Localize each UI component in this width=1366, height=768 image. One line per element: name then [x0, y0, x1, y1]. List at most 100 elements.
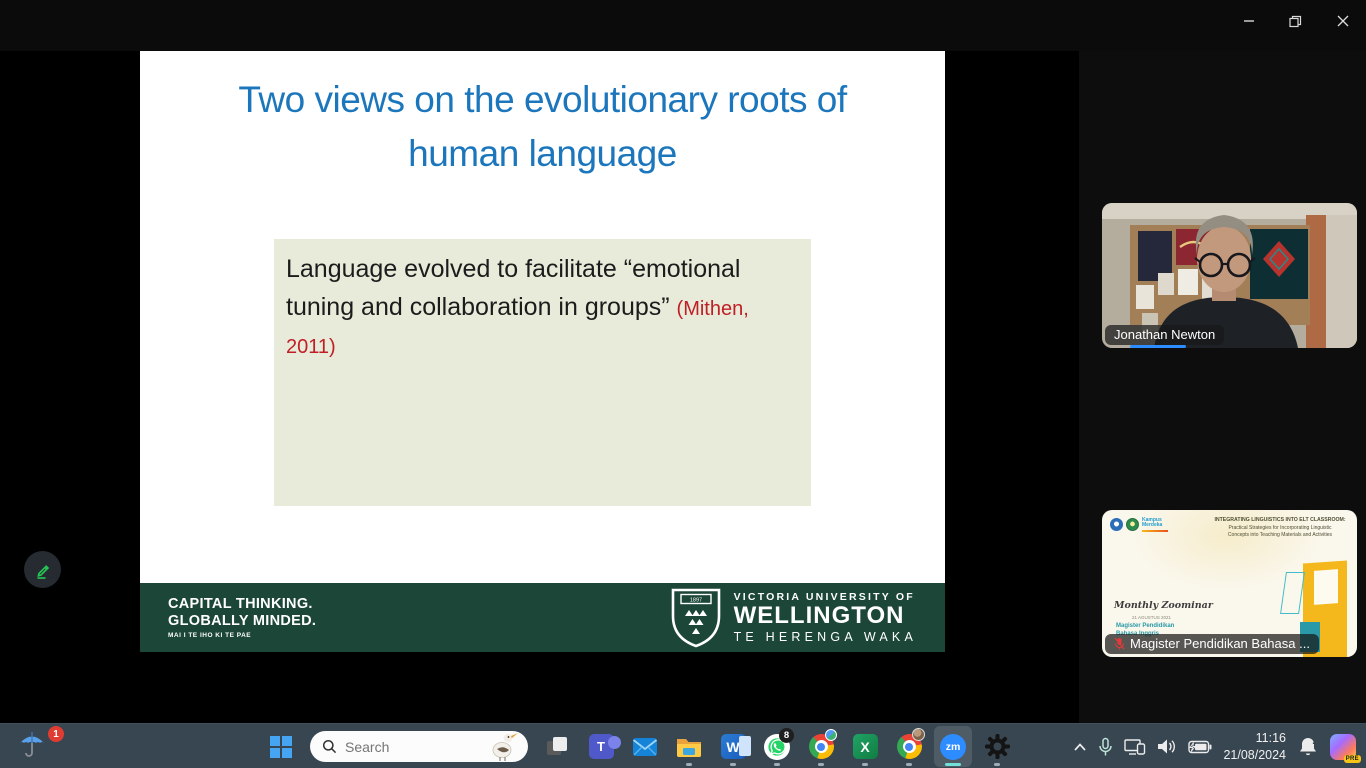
- cast-display-icon[interactable]: [1124, 738, 1146, 756]
- word-letter: W: [726, 739, 739, 755]
- mini-slide-title: INTEGRATING LINGUISTICS INTO ELT CLASSRO…: [1211, 517, 1349, 525]
- mini-slide-subtitle1: Practical Strategies for Incorporating L…: [1211, 525, 1349, 533]
- window-titlebar: [0, 0, 1366, 51]
- active-app-indicator: [945, 763, 961, 766]
- system-tray: 11:16 21/08/2024 z PRE: [1073, 724, 1356, 768]
- zoom-letters: zm: [946, 741, 961, 753]
- notification-bell-icon[interactable]: z: [1297, 736, 1319, 758]
- tagline-line3: MAI I TE IHO KI TE PAE: [168, 632, 316, 640]
- mini-slide-date: 21 AGUSTUS 2021: [1132, 615, 1171, 620]
- search-icon: [322, 739, 337, 754]
- taskbar-app-file-explorer[interactable]: [670, 726, 708, 767]
- taskbar-app-zoom[interactable]: zm: [934, 726, 972, 767]
- taskbar-app-whatsapp[interactable]: 8: [758, 726, 796, 767]
- file-explorer-icon: [676, 736, 702, 758]
- taskbar-app-mail[interactable]: [626, 726, 664, 767]
- copilot-pre-badge: PRE: [1344, 755, 1361, 763]
- kampus-merdeka-text: Kampus Merdeka: [1142, 517, 1162, 528]
- participant-name: Magister Pendidikan Bahasa ...: [1130, 636, 1310, 651]
- svg-text:z: z: [1313, 737, 1317, 746]
- restore-button[interactable]: [1272, 0, 1319, 42]
- active-speaker-indicator: [1130, 345, 1186, 348]
- slide-title: Two views on the evolutionary roots of h…: [198, 73, 887, 182]
- excel-letter: X: [860, 739, 869, 755]
- taskbar-app-teams[interactable]: T: [582, 726, 620, 767]
- task-view-icon: [545, 735, 569, 759]
- chrome-profile-photo-badge: [912, 728, 925, 741]
- taskbar-center-icons: T W: [262, 724, 1016, 768]
- search-input[interactable]: [345, 739, 465, 755]
- microphone-icon[interactable]: [1098, 737, 1113, 757]
- mini-slide-title-block: INTEGRATING LINGUISTICS INTO ELT CLASSRO…: [1211, 517, 1349, 540]
- teams-secondary-circle: [608, 736, 621, 749]
- tagline-line1: CAPITAL THINKING.: [168, 596, 313, 612]
- battery-charging-icon[interactable]: [1188, 740, 1212, 754]
- taskbar-app-chrome-1[interactable]: [802, 726, 840, 767]
- participant-name: Jonathan Newton: [1114, 327, 1215, 342]
- annotate-button[interactable]: [24, 551, 61, 588]
- presentation-slide: Two views on the evolutionary roots of h…: [140, 51, 945, 652]
- video-tile-speaker[interactable]: Jonathan Newton: [1102, 203, 1357, 348]
- zoom-icon: zm: [940, 734, 966, 760]
- slide-footer: CAPITAL THINKING. GLOBALLY MINDED. MAI I…: [140, 583, 945, 652]
- quote-main: Language evolved to facilitate “emotiona…: [286, 255, 740, 321]
- tray-clock[interactable]: 11:16 21/08/2024: [1223, 730, 1286, 763]
- muted-mic-icon: [1114, 637, 1125, 650]
- university-line3: TE HERENGA WAKA: [734, 630, 917, 644]
- task-view-button[interactable]: [538, 726, 576, 767]
- tray-time: 11:16: [1223, 730, 1286, 746]
- taskbar-app-word[interactable]: W: [714, 726, 752, 767]
- footer-tagline: CAPITAL THINKING. GLOBALLY MINDED. MAI I…: [168, 596, 316, 640]
- university-shield-icon: 1897: [671, 588, 721, 648]
- video-tile-host[interactable]: Kampus Merdeka INTEGRATING LINGUISTICS I…: [1102, 510, 1357, 657]
- institution-logo-icon: [1126, 518, 1139, 531]
- start-button[interactable]: [262, 726, 300, 767]
- taskbar-search-box[interactable]: [310, 731, 528, 762]
- minimize-button[interactable]: [1225, 0, 1272, 42]
- teams-letter: T: [597, 739, 605, 754]
- pencil-icon: [33, 560, 53, 580]
- window-controls: [1225, 0, 1366, 42]
- svg-text:1897: 1897: [689, 597, 701, 603]
- mini-slide-subtitle2: Concepts into Teaching Materials and Act…: [1211, 532, 1349, 540]
- chrome-profile-badge: [825, 729, 837, 741]
- speaker-icon[interactable]: [1157, 738, 1177, 755]
- running-indicator: [994, 763, 1000, 766]
- org-line1: Magister Pendidikan: [1116, 622, 1174, 630]
- running-indicator: [818, 763, 824, 766]
- excel-icon: X: [853, 734, 878, 759]
- university-logo-block: 1897 VICTORIA UNIVERSITY OF WELLINGTON T…: [671, 588, 917, 648]
- widgets-button[interactable]: 1: [18, 729, 62, 765]
- word-document-page: [739, 736, 751, 756]
- close-button[interactable]: [1319, 0, 1366, 42]
- copilot-icon[interactable]: PRE: [1330, 734, 1356, 760]
- settings-gear-icon: [984, 733, 1011, 760]
- mini-slide-event: Monthly Zoominar: [1114, 600, 1213, 611]
- restore-icon: [1289, 15, 1302, 28]
- taskbar-app-settings[interactable]: [978, 726, 1016, 767]
- tagline-line2: GLOBALLY MINDED.: [168, 613, 316, 629]
- running-indicator: [774, 763, 780, 766]
- quote-box: Language evolved to facilitate “emotiona…: [274, 239, 811, 506]
- university-wordmark: VICTORIA UNIVERSITY OF WELLINGTON TE HER…: [734, 591, 917, 643]
- close-icon: [1337, 15, 1349, 27]
- running-indicator: [906, 763, 912, 766]
- minimize-icon: [1243, 15, 1255, 27]
- door-window-graphic: [1314, 569, 1338, 605]
- participant-name-label: Jonathan Newton: [1105, 325, 1224, 345]
- quote-text: Language evolved to facilitate “emotiona…: [274, 239, 811, 375]
- shared-screen-region: Two views on the evolutionary roots of h…: [0, 51, 1079, 723]
- umbrella-icon: [18, 729, 46, 759]
- participant-name-label: Magister Pendidikan Bahasa ...: [1105, 634, 1319, 654]
- windows-taskbar: 1: [0, 723, 1366, 768]
- widget-notification-badge: 1: [48, 726, 64, 742]
- ministry-logo-icon: [1110, 518, 1123, 531]
- whatsapp-badge: 8: [779, 728, 794, 743]
- running-indicator: [862, 763, 868, 766]
- participants-panel: Jonathan Newton Kampus Merdeka INTEGRATI…: [1079, 51, 1366, 723]
- taskbar-app-excel[interactable]: X: [846, 726, 884, 767]
- taskbar-app-chrome-2[interactable]: [890, 726, 928, 767]
- university-line2: WELLINGTON: [734, 603, 917, 628]
- mini-slide-logos: Kampus Merdeka: [1110, 518, 1168, 532]
- tray-chevron-up-icon[interactable]: [1073, 742, 1087, 752]
